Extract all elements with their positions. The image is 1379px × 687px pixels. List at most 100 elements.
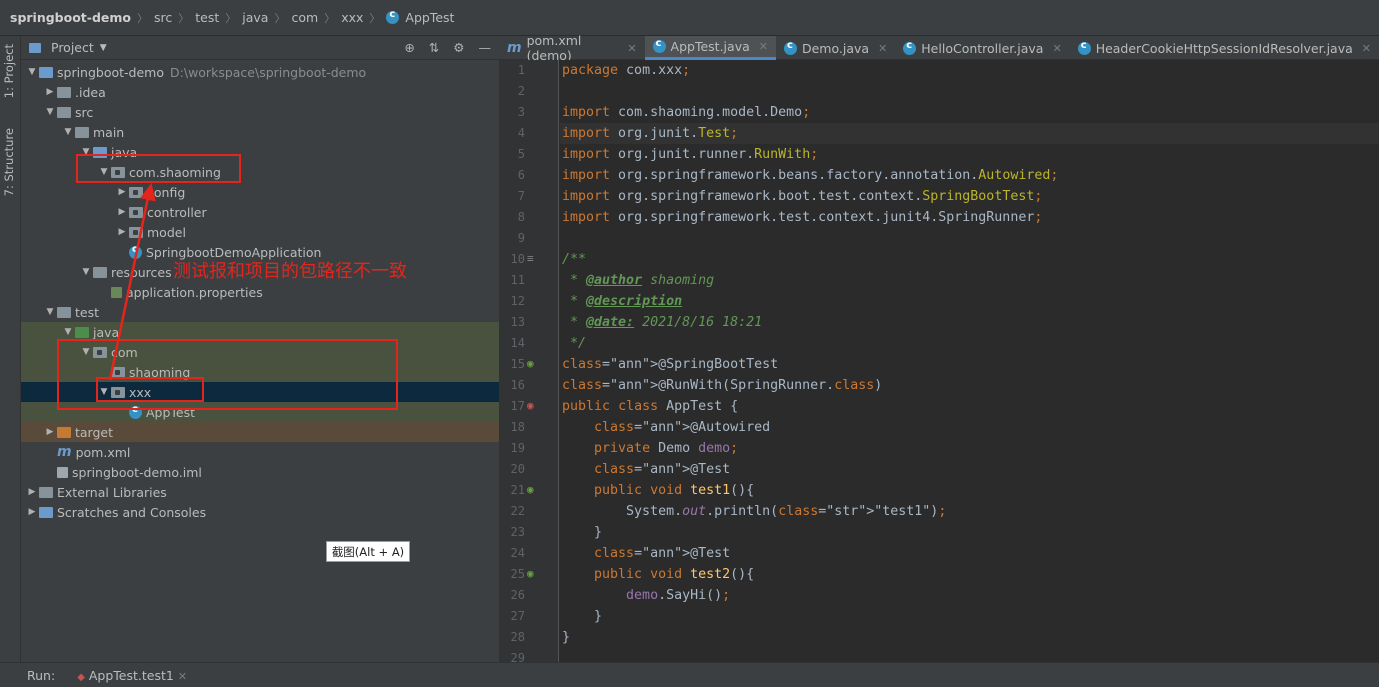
editor-gutter: 1 2 3 4 5 6 7 8 9 10 ≡ 11 12 13 14 15 ◉ 16 17 ◉ 18 19 20 21 ◉ 22 2… bbox=[499, 60, 559, 665]
tree-node[interactable]: ▶ Scratches and Consoles bbox=[21, 502, 499, 522]
breadcrumb-com[interactable]: com bbox=[291, 10, 318, 25]
run-label: Run: bbox=[27, 667, 56, 683]
project-panel-title[interactable]: Project bbox=[51, 40, 94, 55]
tree-node[interactable]: application.properties bbox=[21, 282, 499, 302]
collapsed-arrow-icon[interactable]: ▶ bbox=[43, 87, 57, 97]
tree-node[interactable]: springboot-demo.iml bbox=[21, 462, 499, 482]
code-line: class="ann">@Test bbox=[594, 462, 731, 477]
tree-node[interactable]: ▼ test bbox=[21, 302, 499, 322]
run-test-icon[interactable]: ◉ bbox=[527, 483, 534, 496]
code-line: private Demo demo; bbox=[594, 441, 739, 456]
doc-comment-icon[interactable]: ≡ bbox=[527, 252, 534, 265]
tab-label: Demo.java bbox=[801, 40, 870, 56]
line-number: 11 bbox=[510, 273, 525, 287]
close-icon[interactable]: ✕ bbox=[178, 670, 187, 683]
breadcrumb-separator: 〉 bbox=[137, 11, 149, 25]
breadcrumb-project[interactable]: springboot-demo bbox=[10, 10, 131, 25]
tree-node-label: External Libraries bbox=[57, 484, 167, 500]
expanded-arrow-icon[interactable]: ▼ bbox=[43, 107, 57, 117]
close-icon[interactable]: ✕ bbox=[627, 42, 636, 55]
tab-headercookie-java[interactable]: HeaderCookieHttpSessionIdResolver.java ✕ bbox=[1070, 36, 1379, 60]
tree-node-label: java bbox=[93, 324, 120, 340]
tree-node[interactable]: m pom.xml bbox=[21, 442, 499, 462]
close-icon[interactable]: ✕ bbox=[759, 40, 768, 53]
code-line: } bbox=[562, 525, 603, 540]
run-test-icon[interactable]: ◉ bbox=[527, 399, 534, 412]
breadcrumb-java[interactable]: java bbox=[242, 10, 268, 25]
collapse-all-icon[interactable]: ⇅ bbox=[429, 40, 439, 55]
expanded-arrow-icon[interactable]: ▼ bbox=[61, 127, 75, 137]
run-test-icon[interactable]: ◉ bbox=[527, 357, 534, 370]
line-number: 26 bbox=[510, 588, 525, 602]
line-number: 8 bbox=[517, 210, 525, 224]
code-line: class="ann">@RunWith(SpringRunner.class) bbox=[562, 378, 883, 393]
chevron-down-icon[interactable]: ▼ bbox=[100, 43, 107, 53]
project-panel-header: Project ▼ ⊕ ⇅ ⚙ — bbox=[21, 36, 499, 60]
project-tool-tab[interactable]: 1: Project bbox=[2, 44, 16, 98]
line-number: 1 bbox=[517, 63, 525, 77]
collapsed-arrow-icon[interactable]: ▶ bbox=[115, 227, 129, 237]
run-tool-bar: Run: ◆ AppTest.test1 ✕ bbox=[0, 662, 1379, 687]
expanded-arrow-icon[interactable]: ▼ bbox=[25, 67, 39, 77]
breadcrumb-separator: 〉 bbox=[225, 11, 237, 25]
collapsed-arrow-icon[interactable]: ▶ bbox=[115, 187, 129, 197]
tab-hellocontroller-java[interactable]: HelloController.java ✕ bbox=[895, 36, 1069, 60]
tree-node-label: Scratches and Consoles bbox=[57, 504, 207, 520]
screenshot-tooltip: 截图(Alt + A) bbox=[326, 541, 410, 562]
close-icon[interactable]: ✕ bbox=[1362, 42, 1371, 55]
class-icon bbox=[652, 38, 666, 53]
code-line: import org.junit.runner.RunWith; bbox=[562, 147, 819, 162]
structure-tool-tab[interactable]: 7: Structure bbox=[2, 128, 16, 196]
tab-pom-xml[interactable]: m pom.xml (demo) ✕ bbox=[499, 33, 645, 63]
collapsed-arrow-icon[interactable]: ▶ bbox=[115, 207, 129, 217]
resources-folder-icon bbox=[93, 266, 107, 278]
line-number: 16 bbox=[510, 378, 525, 392]
line-number: 9 bbox=[517, 231, 525, 245]
code-editor[interactable]: package com.xxx; import com.shaoming.mode… bbox=[560, 60, 1379, 662]
tree-node-label: src bbox=[75, 104, 94, 120]
collapsed-arrow-icon[interactable]: ▶ bbox=[25, 507, 39, 517]
code-line: * @date: 2021/8/16 18:21 bbox=[562, 315, 763, 330]
folder-icon bbox=[57, 106, 71, 118]
expanded-arrow-icon[interactable]: ▼ bbox=[43, 307, 57, 317]
gear-icon[interactable]: ⚙ bbox=[453, 40, 464, 55]
tree-node-label: .idea bbox=[75, 84, 106, 100]
tab-label: HelloController.java bbox=[921, 40, 1044, 56]
breadcrumb-apptest[interactable]: AppTest bbox=[405, 10, 454, 25]
code-line: class="ann">@Autowired bbox=[594, 420, 771, 435]
line-number: 15 bbox=[510, 357, 525, 371]
tree-node[interactable]: ▶ target bbox=[21, 422, 499, 442]
run-config-tab[interactable]: ◆ AppTest.test1 ✕ bbox=[77, 668, 187, 683]
tree-node-label: pom.xml bbox=[75, 444, 131, 460]
module-folder-icon bbox=[39, 66, 53, 78]
line-number: 12 bbox=[510, 294, 525, 308]
tree-node[interactable]: ▶ .idea bbox=[21, 82, 499, 102]
tree-node[interactable]: ▶ model bbox=[21, 222, 499, 242]
tab-apptest-java[interactable]: AppTest.java ✕ bbox=[644, 36, 776, 60]
breadcrumb-src[interactable]: src bbox=[154, 10, 172, 25]
tree-node[interactable]: ▶ controller bbox=[21, 202, 499, 222]
tree-node[interactable]: ▼ springboot-demo D:\workspace\springboot-… bbox=[21, 62, 499, 82]
run-config-icon: ◆ bbox=[77, 671, 85, 683]
tab-demo-java[interactable]: Demo.java ✕ bbox=[776, 36, 895, 60]
folder-icon bbox=[75, 126, 89, 138]
locate-icon[interactable]: ⊕ bbox=[404, 40, 414, 55]
breadcrumb-test[interactable]: test bbox=[195, 10, 219, 25]
line-number: 5 bbox=[517, 147, 525, 161]
tree-node[interactable]: ▼ main bbox=[21, 122, 499, 142]
expanded-arrow-icon[interactable]: ▼ bbox=[61, 327, 75, 337]
minimize-icon[interactable]: — bbox=[479, 40, 492, 55]
code-line: import org.springframework.boot.test.con… bbox=[562, 189, 1043, 204]
close-icon[interactable]: ✕ bbox=[878, 42, 887, 55]
breadcrumb-xxx[interactable]: xxx bbox=[341, 10, 363, 25]
close-icon[interactable]: ✕ bbox=[1052, 42, 1061, 55]
collapsed-arrow-icon[interactable]: ▶ bbox=[25, 487, 39, 497]
code-line: } bbox=[562, 609, 603, 624]
scratches-icon bbox=[39, 506, 53, 518]
tree-node[interactable]: ▼ src bbox=[21, 102, 499, 122]
expanded-arrow-icon[interactable]: ▼ bbox=[79, 267, 93, 277]
tree-node[interactable]: ▶ config bbox=[21, 182, 499, 202]
tree-node[interactable]: ▶ External Libraries bbox=[21, 482, 499, 502]
run-test-icon[interactable]: ◉ bbox=[527, 567, 534, 580]
collapsed-arrow-icon[interactable]: ▶ bbox=[43, 427, 57, 437]
